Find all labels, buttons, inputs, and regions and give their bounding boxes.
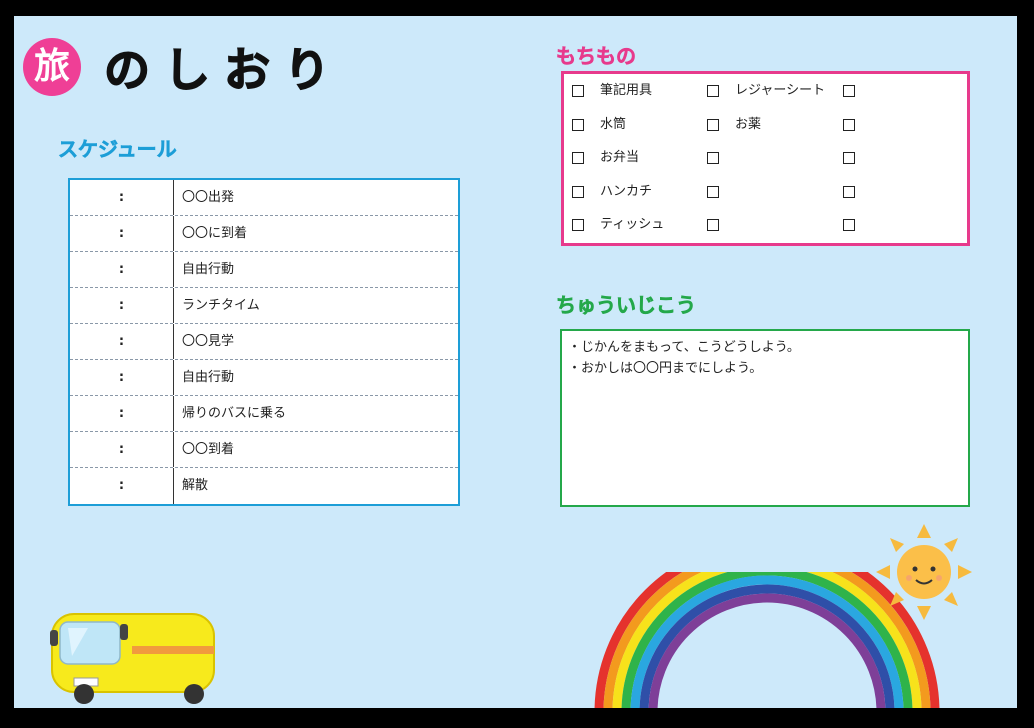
checklist-row: ティッシュ [564, 208, 967, 242]
schedule-time: : [70, 360, 174, 395]
notes-box: ・じかんをまもって、こうどうしよう。 ・おかしは〇〇円までにしよう。 [560, 329, 970, 507]
schedule-table: : 〇〇出発: 〇〇に到着: 自由行動: ランチタイム: 〇〇見学: 自由行動: 帰りのバスに… [68, 178, 460, 506]
checklist-item-label: ティッシュ [600, 217, 665, 232]
schedule-time: : [70, 432, 174, 467]
schedule-event: 自由行動 [182, 370, 235, 385]
page-title: のしおり [103, 42, 344, 98]
schedule-event: 〇〇出発 [182, 190, 235, 205]
sun-illustration [876, 524, 972, 620]
checkbox[interactable] [707, 85, 719, 97]
checkbox[interactable] [707, 219, 719, 231]
note-line: ・おかしは〇〇円までにしよう。 [568, 361, 763, 376]
schedule-event: 解散 [182, 478, 209, 493]
checklist-item-label: レジャーシート [735, 83, 826, 98]
checklist-row: 筆記用具 レジャーシート [564, 74, 967, 108]
schedule-heading: スケジュール [58, 137, 177, 162]
schedule-time: : [70, 180, 174, 215]
schedule-time: : [70, 396, 174, 431]
schedule-event: 帰りのバスに乗る [182, 406, 287, 421]
checklist-row: お弁当 [564, 141, 967, 175]
checkbox[interactable] [707, 118, 719, 131]
checkbox[interactable] [572, 152, 584, 164]
schedule-time: : [70, 468, 174, 504]
checkbox[interactable] [843, 219, 855, 231]
schedule-time: : [70, 216, 174, 251]
schedule-row: : ランチタイム [70, 288, 458, 324]
schedule-time: : [70, 252, 174, 287]
schedule-time: : [70, 288, 174, 323]
checklist-row: 水筒 お薬 [564, 108, 967, 142]
travel-guide-sheet: 旅 のしおり スケジュール : 〇〇出発: 〇〇に到着: 自由行動: ランチタイム: 〇〇… [14, 16, 1017, 708]
belongings-checklist: 筆記用具 レジャーシート水筒 お薬お弁当ハンカチティッシュ [561, 71, 970, 246]
checkbox[interactable] [843, 85, 855, 97]
schedule-row: : 〇〇到着 [70, 432, 458, 468]
checkbox[interactable] [707, 152, 719, 164]
checklist-item-label: ハンカチ [600, 183, 653, 199]
checkbox[interactable] [572, 219, 584, 231]
checkbox[interactable] [843, 152, 855, 164]
schedule-row: : 〇〇に到着 [70, 216, 458, 252]
bus-illustration [50, 613, 215, 704]
schedule-event: 〇〇に到着 [182, 226, 248, 241]
schedule-row: : 解散 [70, 468, 458, 504]
checklist-item-label: お弁当 [600, 150, 640, 165]
notes-heading: ちゅういじこう [556, 293, 697, 318]
checkbox[interactable] [572, 85, 584, 97]
schedule-time: : [70, 324, 174, 359]
schedule-event: 〇〇到着 [182, 442, 235, 457]
checklist-item-label: 水筒 [600, 116, 627, 132]
schedule-event: ランチタイム [182, 298, 260, 313]
checkbox[interactable] [843, 185, 855, 198]
note-line: ・じかんをまもって、こうどうしよう。 [568, 340, 800, 355]
schedule-event: 〇〇見学 [182, 334, 235, 349]
checklist-item-label: 筆記用具 [600, 83, 653, 98]
schedule-row: : 自由行動 [70, 252, 458, 288]
checkbox[interactable] [707, 185, 719, 198]
checkbox[interactable] [572, 185, 584, 198]
schedule-row: : 帰りのバスに乗る [70, 396, 458, 432]
schedule-row: : 〇〇見学 [70, 324, 458, 360]
checklist-row: ハンカチ [564, 175, 967, 209]
checkbox[interactable] [843, 118, 855, 131]
title-badge: 旅 [23, 38, 81, 96]
belongings-heading: もちもの [556, 44, 637, 69]
schedule-row: : 〇〇出発 [70, 180, 458, 216]
schedule-event: 自由行動 [182, 262, 235, 277]
schedule-row: : 自由行動 [70, 360, 458, 396]
checkbox[interactable] [572, 118, 584, 131]
checklist-item-label: お薬 [735, 116, 762, 132]
